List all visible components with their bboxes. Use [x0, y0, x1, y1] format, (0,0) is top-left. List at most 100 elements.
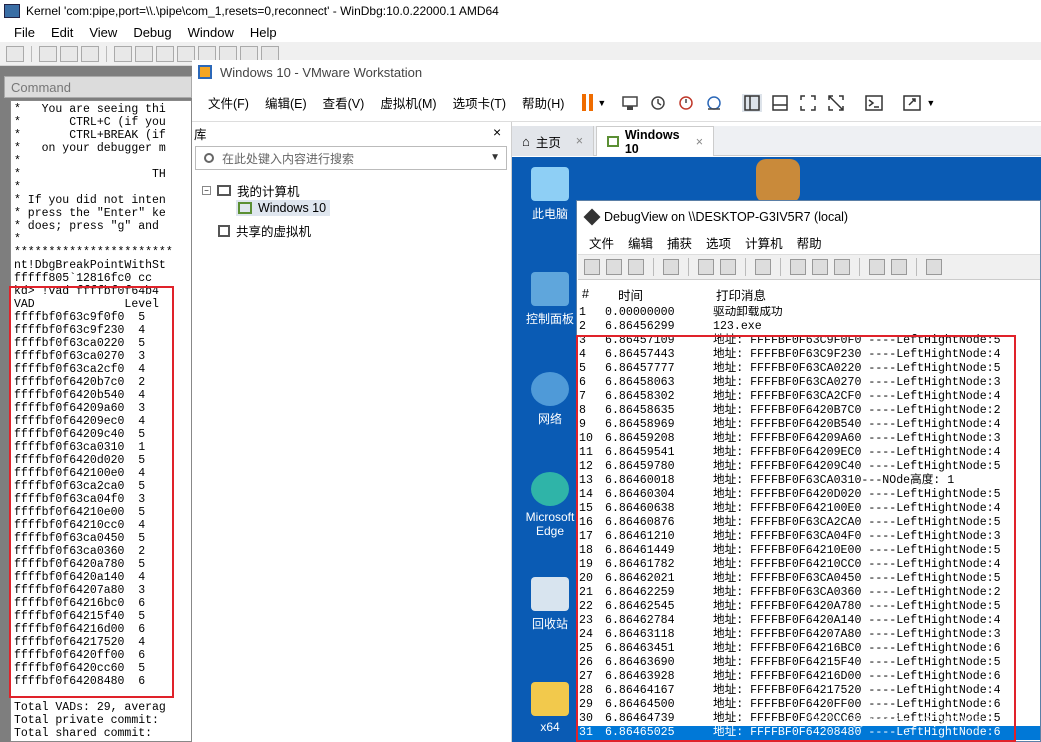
console-view-icon[interactable] — [864, 94, 884, 112]
capture-icon[interactable] — [698, 259, 714, 275]
shared-vm-icon — [218, 224, 230, 237]
send-ctrl-alt-del-icon[interactable] — [620, 94, 640, 112]
command-line: * — [14, 155, 21, 168]
library-view-icon[interactable] — [742, 93, 763, 112]
desktop-icon-recycle-bin[interactable]: 回收站 — [520, 577, 580, 632]
command-line: * If you did not inten — [14, 194, 166, 207]
menu-debug[interactable]: Debug — [125, 25, 179, 40]
this-pc-icon — [531, 167, 569, 201]
filter-icon[interactable] — [869, 259, 885, 275]
snapshot-icon[interactable] — [648, 94, 668, 112]
log-row-message: 驱动卸载成功 — [713, 306, 783, 319]
elapsed-time-icon[interactable] — [834, 259, 850, 275]
dv-menu-options[interactable]: 选项 — [699, 233, 738, 252]
chevron-down-icon[interactable]: ▼ — [490, 152, 500, 163]
menu-file[interactable]: File — [6, 25, 43, 40]
vmware-menubar: 文件(F) 编辑(E) 查看(V) 虚拟机(M) 选项卡(T) 帮助(H) ▼ … — [192, 84, 1041, 122]
desktop-icon-x64[interactable]: x64 — [520, 682, 580, 734]
vm-menu-edit[interactable]: 编辑(E) — [257, 93, 315, 112]
tab-home[interactable]: ⌂ 主页 × — [512, 126, 594, 156]
dv-menu-capture[interactable]: 捕获 — [660, 233, 699, 252]
save-icon[interactable] — [606, 259, 622, 275]
properties-icon[interactable] — [790, 259, 806, 275]
command-line: Total shared commit: — [14, 727, 153, 740]
tab-windows10[interactable]: Windows 10 × — [596, 126, 714, 156]
pause-icon[interactable] — [582, 94, 594, 111]
library-close-button[interactable]: × — [493, 124, 505, 140]
snapshot-manager-icon[interactable] — [704, 94, 724, 112]
binoculars-icon[interactable] — [926, 259, 942, 275]
tree-label-my-computer: 我的计算机 — [237, 185, 300, 199]
vm-menu-help[interactable]: 帮助(H) — [514, 93, 572, 112]
thumbnail-bar-icon[interactable] — [770, 94, 790, 112]
driver-app-icon[interactable] — [756, 159, 800, 203]
library-search-input[interactable]: 在此处键入内容进行搜索 ▼ — [195, 146, 507, 170]
log-row-number: 2 — [579, 320, 586, 333]
clock-time-icon[interactable] — [812, 259, 828, 275]
vm-menu-tabs[interactable]: 选项卡(T) — [445, 93, 514, 112]
desktop-label: 回收站 — [531, 617, 568, 631]
stretch-guest-icon[interactable] — [902, 94, 922, 112]
menu-help[interactable]: Help — [242, 25, 285, 40]
command-line: Total private commit: — [14, 714, 159, 727]
vm-menu-view[interactable]: 查看(V) — [315, 93, 373, 112]
go-icon[interactable] — [114, 45, 132, 62]
find-icon[interactable] — [663, 259, 679, 275]
menu-edit[interactable]: Edit — [43, 25, 81, 40]
collapse-icon[interactable]: − — [202, 186, 211, 195]
vm-menu-vm[interactable]: 虚拟机(M) — [372, 93, 444, 112]
command-window-title: Command — [4, 76, 192, 98]
command-line: * does; press "g" and — [14, 220, 159, 233]
revert-snapshot-icon[interactable] — [676, 94, 696, 112]
open-icon[interactable] — [584, 259, 600, 275]
column-num[interactable]: # — [582, 287, 589, 301]
paste-icon[interactable] — [81, 45, 99, 62]
column-time[interactable]: 时间 — [618, 285, 643, 304]
tree-item-windows10[interactable]: Windows 10 — [236, 200, 331, 216]
stretch-dropdown-icon[interactable]: ▼ — [926, 98, 935, 108]
capture-kernel-icon[interactable] — [755, 259, 771, 275]
dv-menu-help[interactable]: 帮助 — [790, 233, 829, 252]
autoscroll-icon[interactable] — [720, 259, 736, 275]
tab-home-label: 主页 — [535, 135, 561, 150]
command-line: *********************** — [14, 246, 173, 259]
pause-dropdown-icon[interactable]: ▼ — [597, 98, 606, 108]
toolbar-divider — [780, 258, 781, 276]
close-icon[interactable]: × — [576, 134, 583, 148]
column-message[interactable]: 打印消息 — [716, 285, 766, 304]
stop-icon[interactable] — [156, 45, 174, 62]
toolbar-divider — [745, 258, 746, 276]
desktop-icon-edge[interactable]: Microsoft Edge — [520, 472, 580, 538]
log-row-message: 123.exe — [713, 320, 762, 333]
desktop-icon-control-panel[interactable]: 控制面板 — [520, 272, 580, 327]
tree-item-my-computer[interactable]: − 我的计算机 — [202, 181, 300, 200]
menu-view[interactable]: View — [81, 25, 125, 40]
desktop-icon-this-pc[interactable]: 此电脑 — [520, 167, 580, 222]
log-row-number: 1 — [579, 306, 586, 319]
log-row-time: 6.86456299 — [605, 320, 675, 333]
tree-label-shared: 共享的虚拟机 — [236, 225, 312, 239]
screen: Kernel 'com:pipe,port=\\.\pipe\com_1,res… — [0, 0, 1041, 742]
restart-icon[interactable] — [135, 45, 153, 62]
cut-icon[interactable] — [39, 45, 57, 62]
fullscreen-icon[interactable] — [798, 94, 818, 112]
highlight-icon[interactable] — [891, 259, 907, 275]
log-row[interactable]: 1 0.00000000 驱动卸载成功 — [578, 306, 1040, 320]
debugview-toolbar — [578, 254, 1040, 280]
dv-menu-file[interactable]: 文件 — [582, 233, 621, 252]
vm-menu-file[interactable]: 文件(F) — [200, 93, 257, 112]
network-icon — [531, 372, 569, 406]
unity-icon[interactable] — [826, 94, 846, 112]
open-icon[interactable] — [6, 45, 24, 62]
dv-menu-edit[interactable]: 编辑 — [621, 233, 660, 252]
dv-menu-computer[interactable]: 计算机 — [738, 233, 790, 252]
close-icon[interactable]: × — [696, 135, 703, 149]
desktop-icon-network[interactable]: 网络 — [520, 372, 580, 427]
copy-icon[interactable] — [60, 45, 78, 62]
vm-tab-strip: ⌂ 主页 × Windows 10 × — [512, 126, 1041, 156]
menu-window[interactable]: Window — [180, 25, 242, 40]
clear-log-icon[interactable] — [628, 259, 644, 275]
tree-item-shared-vms[interactable]: 共享的虚拟机 — [218, 221, 311, 240]
library-search-placeholder: 在此处键入内容进行搜索 — [222, 151, 355, 166]
log-row[interactable]: 2 6.86456299 123.exe — [578, 320, 1040, 334]
